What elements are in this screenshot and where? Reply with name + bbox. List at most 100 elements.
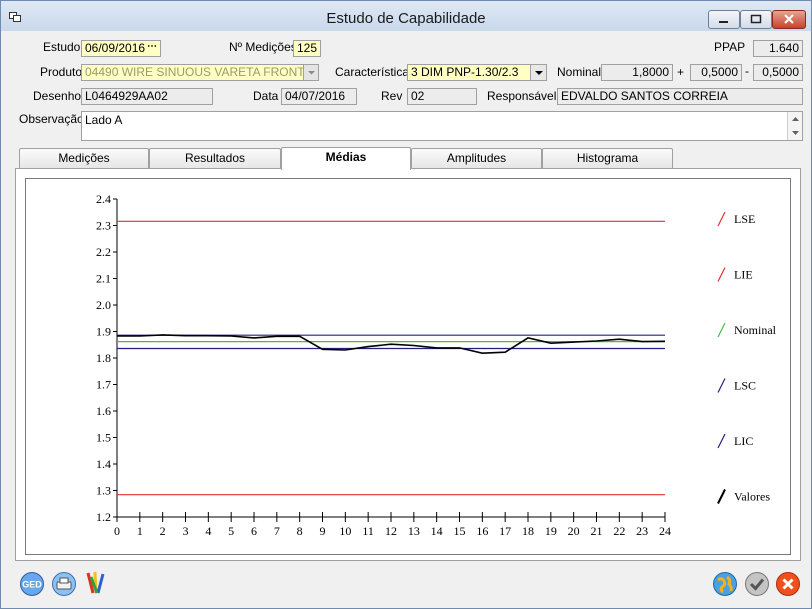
x-tick-label: 1 <box>137 524 143 538</box>
close-icon <box>784 14 794 24</box>
plus-sign: + <box>677 65 685 79</box>
window-title: Estudo de Capabilidade <box>326 10 486 27</box>
y-tick-label: 2.0 <box>96 298 111 312</box>
means-chart-svg: 1.2 1.3 1.4 1.5 1.6 1.7 1.8 1.9 2.0 2.1 2.2 2.3 2.4 0… <box>96 192 777 538</box>
x-tick-label: 21 <box>591 524 603 538</box>
globe-icon <box>713 572 737 596</box>
legend-swatch <box>717 322 726 338</box>
printer-icon <box>52 572 76 596</box>
means-chart: 1.2 1.3 1.4 1.5 1.6 1.7 1.8 1.9 2.0 2.1 2.2 2.3 2.4 0… <box>25 178 791 555</box>
x-tick-label: 20 <box>568 524 580 538</box>
tab-panel-medias: 1.2 1.3 1.4 1.5 1.6 1.7 1.8 1.9 2.0 2.1 2.2 2.3 2.4 0… <box>15 168 801 561</box>
legend-label: LSC <box>734 379 756 393</box>
desenho-label: Desenho <box>33 89 82 103</box>
date-picker-icon[interactable]: ⋯ <box>147 41 157 52</box>
x-tick-label: 17 <box>499 524 511 538</box>
x-tick-label: 24 <box>659 524 671 538</box>
rev-label: Rev <box>381 89 403 103</box>
legend-label: Nominal <box>734 323 777 337</box>
close-window-button[interactable] <box>772 10 806 29</box>
chevron-down-icon <box>535 71 543 75</box>
scroll-arrows-icon <box>792 117 799 135</box>
tab-amplitudes[interactable]: Amplitudes <box>411 148 542 168</box>
legend-swatch <box>717 267 726 282</box>
x-tick-label: 11 <box>362 524 374 538</box>
tab-medias[interactable]: Médias <box>281 147 411 170</box>
produto-dropdown-button[interactable] <box>303 65 318 80</box>
title-bar[interactable]: Estudo de Capabilidade <box>1 1 811 31</box>
minimize-button[interactable] <box>708 10 740 29</box>
observacao-textarea[interactable]: Lado A <box>81 111 803 141</box>
y-tick-label: 1.5 <box>96 431 111 445</box>
ged-button[interactable]: GED <box>19 571 45 597</box>
tolerance-minus-field: 0,5000 <box>753 64 803 81</box>
x-tick-label: 6 <box>251 524 257 538</box>
responsavel-label: Responsável <box>487 89 557 103</box>
observacao-value: Lado A <box>85 113 123 127</box>
ppap-label: PPAP <box>714 40 746 54</box>
x-tick-label: 3 <box>183 524 189 538</box>
series-line-valores <box>117 334 666 355</box>
svg-text:GED: GED <box>22 580 42 590</box>
y-tick-label: 1.9 <box>96 325 111 339</box>
n-medicoes-field[interactable]: 125 <box>293 40 321 57</box>
y-tick-label: 2.3 <box>96 219 111 233</box>
x-tick-label: 13 <box>408 524 420 538</box>
data-label: Data <box>253 89 279 103</box>
minus-sign: - <box>745 64 749 78</box>
legend-swatch <box>717 433 726 449</box>
rev-field: 02 <box>407 88 477 105</box>
legend-label: LIE <box>734 268 753 282</box>
desenho-field: L0464929AA02 <box>81 88 213 105</box>
tab-histograma[interactable]: Histograma <box>542 148 673 168</box>
nominal-field: 1,8000 <box>601 64 673 81</box>
estudo-label: Estudo <box>43 40 81 54</box>
legend-label: LIC <box>734 434 753 448</box>
minimize-icon <box>719 21 728 23</box>
legend-label: LSE <box>734 212 755 226</box>
chevron-down-icon <box>308 71 315 75</box>
colors-button[interactable] <box>85 569 107 597</box>
legend-swatch <box>717 378 726 393</box>
x-tick-label: 18 <box>522 524 534 538</box>
y-tick-label: 2.4 <box>96 192 111 206</box>
cancel-button[interactable] <box>775 571 801 597</box>
cancel-x-icon <box>776 572 800 596</box>
ppap-field: 1.640 <box>753 40 803 57</box>
x-tick-label: 8 <box>297 524 303 538</box>
print-button[interactable] <box>51 571 77 597</box>
legend-label: Valores <box>734 490 770 504</box>
colored-pencils-icon <box>86 571 105 594</box>
y-tick-label: 1.6 <box>96 404 111 418</box>
maximize-button[interactable] <box>740 10 772 29</box>
caracteristica-select[interactable]: 3 DIM PNP-1.30/2.3 <box>407 64 547 81</box>
y-tick-label: 1.2 <box>96 510 111 524</box>
estudo-date-value: 06/09/2016 <box>85 41 146 55</box>
caracteristica-dropdown-button[interactable] <box>530 65 546 80</box>
y-tick-label: 2.1 <box>96 272 111 286</box>
y-tick-label: 1.7 <box>96 378 111 392</box>
tab-resultados[interactable]: Resultados <box>149 148 281 168</box>
observacao-label: Observação <box>19 112 84 126</box>
tab-medicoes[interactable]: Medições <box>19 148 149 168</box>
x-tick-label: 22 <box>613 524 625 538</box>
x-tick-label: 14 <box>431 524 443 538</box>
x-tick-label: 12 <box>385 524 397 538</box>
capability-study-window: Estudo de Capabilidade Estudo 06/09/2016… <box>0 0 812 609</box>
x-tick-label: 16 <box>476 524 488 538</box>
data-field: 04/07/2016 <box>281 88 357 105</box>
nominal-label: Nominal <box>557 65 602 79</box>
n-medicoes-label: Nº Medições <box>229 40 297 54</box>
globe-button[interactable] <box>712 571 738 597</box>
tolerance-plus-field: 0,5000 <box>690 64 742 81</box>
y-tick-label: 2.2 <box>96 245 111 259</box>
caracteristica-label: Característica <box>335 65 410 79</box>
maximize-icon <box>750 14 762 24</box>
observacao-scrollbar[interactable] <box>787 112 802 140</box>
x-tick-label: 19 <box>545 524 557 538</box>
caracteristica-value: 3 DIM PNP-1.30/2.3 <box>411 65 519 79</box>
produto-label: Produto <box>40 65 83 79</box>
y-tick-label: 1.3 <box>96 484 111 498</box>
produto-select[interactable]: 04490 WIRE SINUOUS VARETA FRONTAL <box>81 64 319 81</box>
confirm-button[interactable] <box>744 571 770 597</box>
